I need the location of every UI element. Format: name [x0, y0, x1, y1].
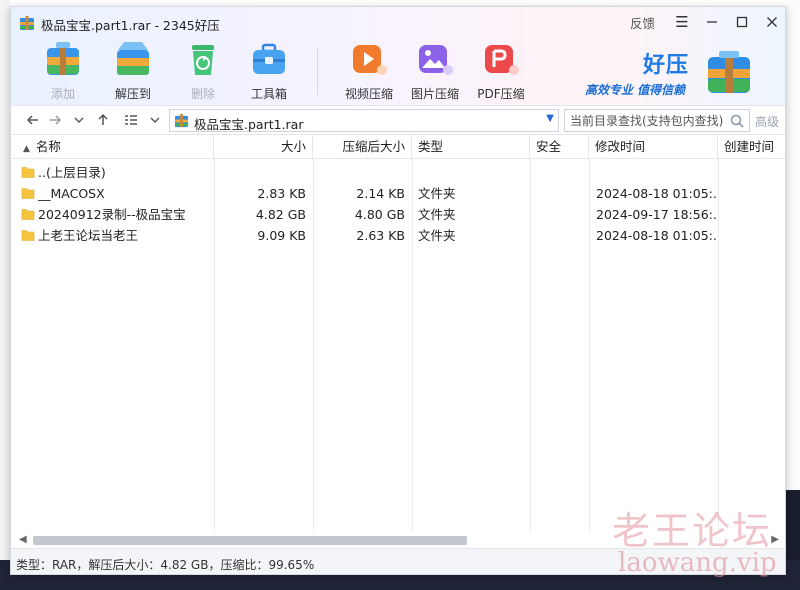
delete-button[interactable]: 删除 [171, 39, 235, 103]
image-compress-label: 图片压缩 [410, 87, 459, 101]
background-left-strip [0, 0, 10, 590]
file-modified: 2024-09-17 18:56:... [596, 207, 716, 222]
scrollbar-thumb[interactable] [33, 536, 467, 545]
search-box [564, 109, 750, 132]
delete-label: 删除 [190, 87, 215, 101]
view-mode-icon[interactable] [121, 110, 141, 130]
add-box-icon [43, 39, 83, 79]
brand-name: 好压 [643, 53, 690, 78]
pdf-compress-icon [481, 39, 521, 79]
window-title: 极品宝宝.part1.rar - 2345好压 [41, 18, 220, 33]
toolbar-separator [317, 47, 318, 95]
path-dropdown-icon[interactable]: ▼ [546, 113, 554, 124]
file-name: 上老王论坛当老王 [38, 228, 139, 243]
haozip-logo-icon [708, 51, 750, 93]
image-compress-button[interactable]: 图片压缩 [403, 39, 467, 103]
search-icon[interactable] [729, 113, 745, 129]
column-header: ▲ 名称 大小 压缩后大小 类型 安全 修改时间 创建时间 [11, 135, 785, 159]
column-created[interactable]: 创建时间 [718, 135, 785, 159]
toolbox-button[interactable]: 工具箱 [237, 39, 301, 103]
file-name: ..(上层目录) [38, 165, 106, 180]
title-bar[interactable]: 极品宝宝.part1.rar - 2345好压 反馈 ☰ [11, 7, 785, 37]
column-modified[interactable]: 修改时间 [589, 135, 718, 159]
history-chevron-down-icon[interactable] [69, 110, 89, 130]
file-type: 文件夹 [418, 228, 456, 243]
advanced-search-link[interactable]: 高级 [755, 113, 779, 130]
background-right-strip [786, 0, 800, 490]
file-size: 9.09 KB [257, 228, 306, 243]
file-modified: 2024-08-18 01:05:... [596, 228, 716, 243]
file-modified: 2024-08-18 01:05:... [596, 186, 716, 201]
file-type: 文件夹 [418, 186, 456, 201]
archive-window: 极品宝宝.part1.rar - 2345好压 反馈 ☰ 添加 解压到 删除 工… [10, 6, 786, 575]
file-name: 20240912录制--极品宝宝 [38, 207, 186, 222]
menu-icon[interactable]: ☰ [667, 7, 697, 37]
pdf-compress-label: PDF压缩 [477, 87, 525, 101]
column-name-label: 名称 [35, 139, 61, 154]
up-arrow-icon[interactable] [93, 110, 113, 130]
column-name[interactable]: ▲ 名称 [11, 135, 214, 159]
status-text: 类型：RAR，解压后大小：4.82 GB，压缩比：99.65% [16, 558, 315, 572]
forward-arrow-icon[interactable] [45, 110, 65, 130]
sort-ascending-icon: ▲ [23, 144, 30, 154]
extract-to-label: 解压到 [114, 87, 151, 101]
scroll-left-icon[interactable]: ◀ [19, 534, 27, 545]
file-size: 4.82 GB [255, 207, 306, 222]
scroll-right-icon[interactable]: ▶ [771, 534, 779, 545]
file-name: __MACOSX [38, 186, 105, 201]
file-list: ▲ 名称 大小 压缩后大小 类型 安全 修改时间 创建时间 ..(上层目录) __… [11, 135, 785, 532]
add-button[interactable]: 添加 [31, 39, 95, 103]
file-type: 文件夹 [418, 207, 456, 222]
column-packed-size[interactable]: 压缩后大小 [313, 135, 412, 159]
file-packed-size: 2.63 KB [356, 228, 405, 243]
pdf-compress-button[interactable]: PDF压缩 [469, 39, 533, 103]
file-packed-size: 4.80 GB [354, 207, 405, 222]
feedback-link[interactable]: 反馈 [630, 13, 655, 32]
watermark-url: laowang.vip [618, 548, 777, 578]
view-chevron-down-icon[interactable] [145, 110, 165, 130]
watermark-text: 老王论坛 [612, 509, 773, 553]
close-icon[interactable] [757, 7, 785, 37]
recycle-bin-icon [183, 39, 223, 79]
image-compress-icon [415, 39, 455, 79]
folder-icon [21, 188, 35, 199]
haozip-app-icon [20, 16, 34, 30]
folder-icon [21, 230, 35, 241]
toolbox-label: 工具箱 [250, 87, 287, 101]
brand-slogan: 高效专业 值得信赖 [585, 83, 686, 97]
table-row[interactable]: ..(上层目录) [11, 162, 785, 183]
search-input[interactable] [565, 110, 725, 131]
file-packed-size: 2.14 KB [356, 186, 405, 201]
path-text: 极品宝宝.part1.rar [194, 117, 304, 132]
video-compress-label: 视频压缩 [344, 87, 393, 101]
extract-to-button[interactable]: 解压到 [101, 39, 165, 103]
toolbar: 添加 解压到 删除 工具箱 视频压缩 图片压缩 PDF压缩 好压 高效专业 值得… [11, 37, 785, 105]
table-row[interactable]: 上老王论坛当老王 9.09 KB 2.63 KB 文件夹 2024-08-18 … [11, 225, 785, 246]
extract-box-icon [113, 39, 153, 79]
column-size[interactable]: 大小 [214, 135, 313, 159]
file-size: 2.83 KB [257, 186, 306, 201]
table-row[interactable]: __MACOSX 2.83 KB 2.14 KB 文件夹 2024-08-18 … [11, 183, 785, 204]
toolbox-icon [249, 39, 289, 79]
address-bar: 极品宝宝.part1.rar ▼ 高级 [11, 105, 785, 135]
table-row[interactable]: 20240912录制--极品宝宝 4.82 GB 4.80 GB 文件夹 202… [11, 204, 785, 225]
column-security[interactable]: 安全 [530, 135, 589, 159]
archive-file-icon [174, 113, 189, 128]
window-controls: 反馈 ☰ [630, 7, 785, 37]
path-field[interactable]: 极品宝宝.part1.rar ▼ [169, 109, 559, 132]
brand-block: 好压 高效专业 值得信赖 [577, 41, 777, 101]
video-compress-icon [349, 39, 389, 79]
column-type[interactable]: 类型 [412, 135, 530, 159]
video-compress-button[interactable]: 视频压缩 [337, 39, 401, 103]
minimize-icon[interactable] [697, 7, 727, 37]
back-arrow-icon[interactable] [23, 110, 43, 130]
maximize-icon[interactable] [727, 7, 757, 37]
folder-icon [21, 209, 35, 220]
folder-icon [21, 167, 35, 178]
add-label: 添加 [50, 87, 75, 101]
